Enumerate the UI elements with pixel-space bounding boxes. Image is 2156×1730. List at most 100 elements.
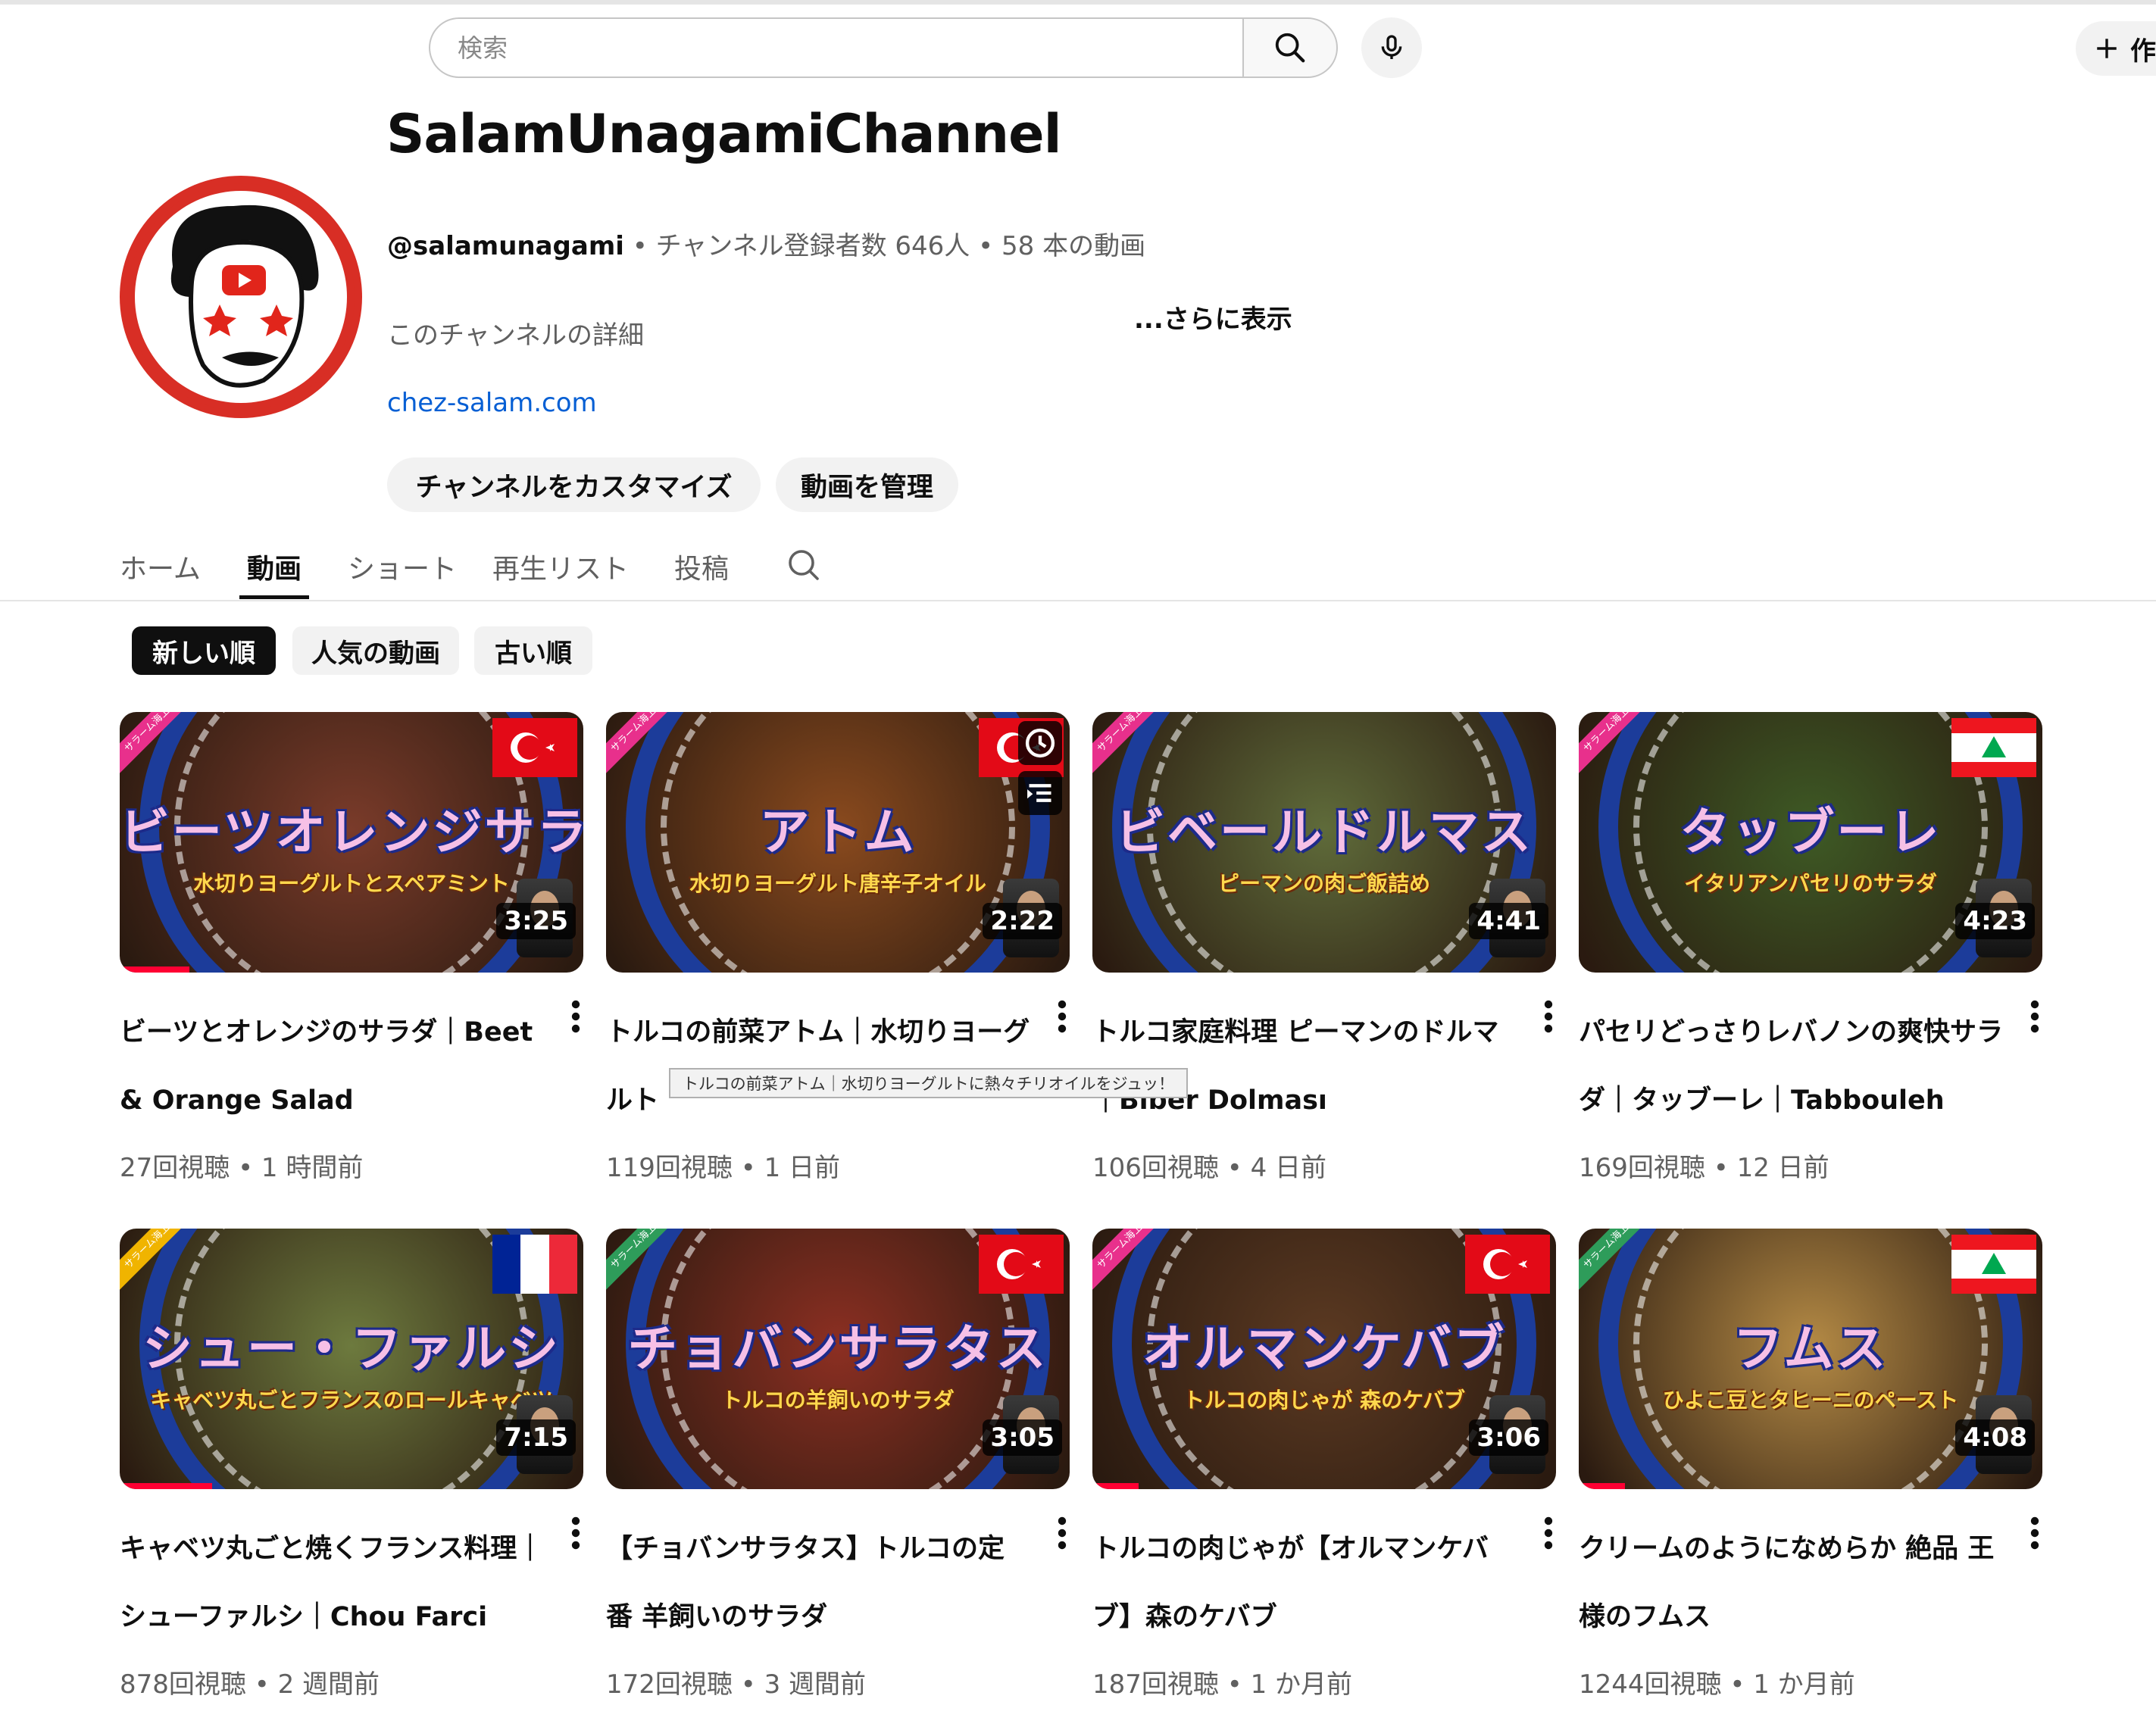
video-duration: 2:22 <box>983 903 1062 939</box>
thumbnail-title-text: シュー・ファルシ <box>142 1319 561 1378</box>
thumbnail-title-text: アトム <box>759 803 917 861</box>
more-actions-icon[interactable] <box>1055 1516 1070 1550</box>
subscriber-count: チャンネル登録者数 646人 <box>655 231 970 261</box>
thumbnail-title-text: タッブーレ <box>1679 803 1942 861</box>
thumbnail-title-text: ビーツオレンジサラダ <box>120 803 583 861</box>
turkey-flag-icon <box>979 1235 1064 1294</box>
video-thumbnail[interactable]: サラーム海上 フムス ひよこ豆とタヒーニのペースト 4:08 <box>1579 1229 2042 1489</box>
watch-progress-bar <box>120 966 189 973</box>
more-actions-icon[interactable] <box>1541 1516 1556 1550</box>
chip-oldest[interactable]: 古い順 <box>474 626 592 675</box>
title-tooltip: トルコの前菜アトム｜水切りヨーグルトに熱々チリオイルをジュッ！ <box>669 1068 1189 1098</box>
search-icon <box>789 550 819 580</box>
tab-playlists[interactable]: 再生リスト <box>492 547 629 586</box>
video-title[interactable]: パセリどっさりレバノンの爽快サラダ｜タッブーレ｜Tabbouleh <box>1579 998 2003 1118</box>
thumbnail-subtitle-text: 水切りヨーグルトとスペアミント <box>193 871 510 896</box>
video-duration: 4:08 <box>1955 1419 2035 1456</box>
video-thumbnail[interactable]: サラーム海上ビーツオレンジサラダ水切りヨーグルトとスペアミント3:25 <box>120 712 583 973</box>
tab-shorts[interactable]: ショート <box>348 547 457 586</box>
video-card[interactable]: サラーム海上 チョバンサラタス トルコの羊飼いのサラダ 3:05 【チョバンサラタス】ト… <box>606 1229 1070 1713</box>
add-to-queue-icon[interactable] <box>1018 771 1062 815</box>
video-card[interactable]: サラーム海上ビーツオレンジサラダ水切りヨーグルトとスペアミント3:25ビーツとオ… <box>120 712 583 1197</box>
video-thumbnail[interactable]: サラーム海上 シュー・ファルシ キャベツ丸ごとフランスのロールキャベツ 7:15 <box>120 1229 583 1489</box>
video-title[interactable]: トルコ家庭料理 ピーマンのドルマ｜Biber Dolması <box>1092 998 1517 1118</box>
turkey-flag-icon <box>1465 1235 1550 1294</box>
search-input[interactable] <box>430 19 1245 77</box>
thumbnail-subtitle-text: トルコの肉じゃが 森のケバブ <box>1183 1388 1466 1413</box>
more-actions-icon[interactable] <box>1541 1000 1556 1033</box>
customize-channel-button[interactable]: チャンネルをカスタマイズ <box>387 457 761 512</box>
video-metadata: 169回視聴 • 12 日前 <box>1579 1153 1829 1183</box>
video-card[interactable]: サラーム海上 オルマンケバブ トルコの肉じゃが 森のケバブ 3:06 トルコの肉じゃが【… <box>1092 1229 1556 1713</box>
turkey-flag-icon <box>492 718 577 777</box>
thumbnail-title-text: オルマンケバブ <box>1142 1319 1507 1378</box>
video-metadata: 878回視聴 • 2 週間前 <box>120 1669 380 1700</box>
create-label: 作 <box>2130 36 2156 67</box>
video-title[interactable]: トルコの肉じゃが【オルマンケバブ】森のケバブ <box>1092 1515 1517 1635</box>
show-more-link[interactable]: ...さらに表示 <box>1134 298 1292 336</box>
search-button[interactable] <box>1242 17 1338 78</box>
lebanon-flag-icon <box>1951 1235 2036 1294</box>
thumbnail-subtitle-text: 水切りヨーグルト唐辛子オイル <box>689 871 986 896</box>
video-title[interactable]: クリームのようになめらか 絶品 王様のフムス <box>1579 1515 2003 1635</box>
video-title[interactable]: ビーツとオレンジのサラダ｜Beet & Orange Salad <box>120 998 544 1118</box>
video-thumbnail[interactable]: サラーム海上 タッブーレ イタリアンパセリのサラダ 4:23 <box>1579 712 2042 973</box>
watch-progress-bar <box>1092 1483 1139 1489</box>
video-metadata: 119回視聴 • 1 日前 <box>606 1153 841 1183</box>
thumbnail-title-text: チョバンサラタス <box>627 1319 1048 1378</box>
video-card[interactable]: サラーム海上 ビベールドルマス ピーマンの肉ご飯詰め 4:41 トルコ家庭料理 ピーマン… <box>1092 712 1556 1197</box>
search-box[interactable] <box>429 17 1245 78</box>
video-duration: 3:05 <box>983 1419 1062 1456</box>
channel-website-link[interactable]: chez-salam.com <box>387 388 597 418</box>
video-metadata: 27回視聴 • 1 時間前 <box>120 1153 364 1183</box>
meta-separator: • <box>632 231 648 261</box>
video-title[interactable]: 【チョバンサラタス】トルコの定番 羊飼いのサラダ <box>606 1515 1030 1635</box>
video-duration: 3:06 <box>1469 1419 1548 1456</box>
create-button[interactable]: 作 <box>2076 21 2156 76</box>
video-thumbnail[interactable]: サラーム海上 チョバンサラタス トルコの羊飼いのサラダ 3:05 <box>606 1229 1070 1489</box>
video-title[interactable]: キャベツ丸ごと焼くフランス料理｜シューファルシ｜Chou Farci <box>120 1515 544 1635</box>
channel-avatar[interactable] <box>120 176 362 418</box>
video-thumbnail[interactable]: サラーム海上 ビベールドルマス ピーマンの肉ご飯詰め 4:41 <box>1092 712 1556 973</box>
more-actions-icon[interactable] <box>1055 1000 1070 1033</box>
watch-later-icon[interactable] <box>1018 721 1062 765</box>
more-actions-icon[interactable] <box>568 1516 583 1550</box>
voice-search-button[interactable] <box>1361 17 1422 78</box>
video-metadata: 1244回視聴 • 1 か月前 <box>1579 1669 1855 1700</box>
thumbnail-subtitle-text: ひよこ豆とタヒーニのペースト <box>1662 1388 1959 1413</box>
video-duration: 4:23 <box>1955 903 2035 939</box>
thumbnail-title-text: フムス <box>1733 1319 1889 1378</box>
more-actions-icon[interactable] <box>2027 1516 2042 1550</box>
thumbnail-subtitle-text: イタリアンパセリのサラダ <box>1684 871 1937 896</box>
video-card[interactable]: サラーム海上 アトム 水切りヨーグルト唐辛子オイル 2:22 トルコの前菜アトム｜水切り… <box>606 712 1070 1197</box>
more-actions-icon[interactable] <box>568 1000 583 1033</box>
manage-videos-button[interactable]: 動画を管理 <box>776 457 958 512</box>
video-card[interactable]: サラーム海上 シュー・ファルシ キャベツ丸ごとフランスのロールキャベツ 7:15 キャベ… <box>120 1229 583 1713</box>
thumbnail-title-text: ビベールドルマス <box>1115 803 1533 861</box>
tabs-divider <box>0 600 2156 601</box>
video-duration: 7:15 <box>496 1419 576 1456</box>
search-icon <box>1275 33 1305 63</box>
channel-logo-icon <box>127 183 355 411</box>
chip-popular[interactable]: 人気の動画 <box>292 626 459 675</box>
thumbnail-subtitle-text: トルコの羊飼いのサラダ <box>721 1388 955 1413</box>
channel-description[interactable]: このチャンネルの詳細 <box>387 314 644 351</box>
top-border <box>0 0 2156 5</box>
watch-progress-bar <box>1579 1483 1626 1489</box>
video-metadata: 187回視聴 • 1 か月前 <box>1092 1669 1353 1700</box>
plus-icon <box>2097 39 2117 58</box>
channel-search-button[interactable] <box>786 547 822 586</box>
more-actions-icon[interactable] <box>2027 1000 2042 1033</box>
video-title[interactable]: トルコの前菜アトム｜水切りヨーグルト <box>606 998 1030 1118</box>
video-card[interactable]: サラーム海上 タッブーレ イタリアンパセリのサラダ 4:23 パセリどっさりレバノンの爽… <box>1579 712 2042 1197</box>
video-thumbnail[interactable]: サラーム海上 アトム 水切りヨーグルト唐辛子オイル 2:22 <box>606 712 1070 973</box>
tab-videos[interactable]: 動画 <box>247 547 302 586</box>
video-duration: 3:25 <box>496 903 576 939</box>
channel-handle: @salamunagami <box>387 231 624 261</box>
video-card[interactable]: サラーム海上 フムス ひよこ豆とタヒーニのペースト 4:08 クリームのようになめらか … <box>1579 1229 2042 1713</box>
video-thumbnail[interactable]: サラーム海上 オルマンケバブ トルコの肉じゃが 森のケバブ 3:06 <box>1092 1229 1556 1489</box>
tab-posts[interactable]: 投稿 <box>674 547 729 586</box>
tab-home[interactable]: ホーム <box>120 547 201 586</box>
meta-separator: • <box>978 231 994 261</box>
chip-newest[interactable]: 新しい順 <box>132 626 276 675</box>
